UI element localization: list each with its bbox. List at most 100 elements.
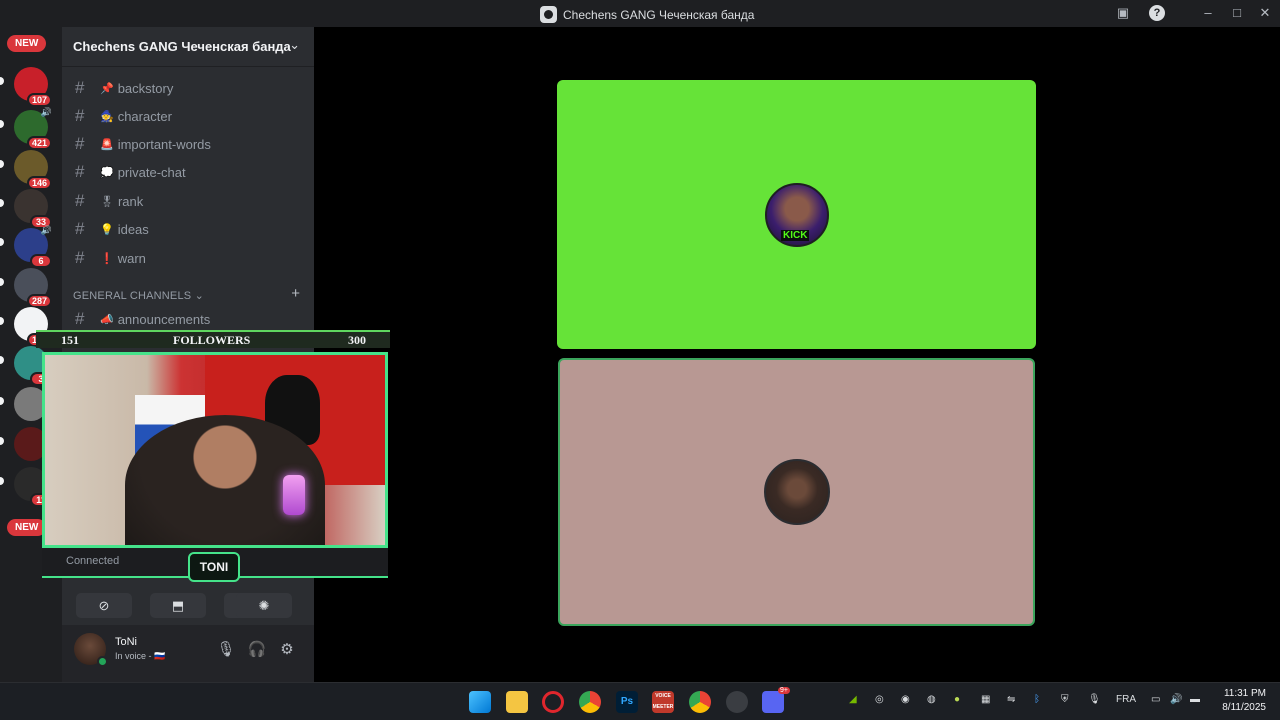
server-icon[interactable]: 287	[14, 268, 52, 308]
unread-pip	[0, 199, 4, 207]
voicemeeter-icon[interactable]: VOICE MEETER	[652, 691, 674, 713]
unread-pip	[0, 77, 4, 85]
chevron-down-icon: ⌄	[194, 290, 205, 302]
mention-badge: 146	[26, 176, 52, 190]
channel-warn[interactable]: # ❗ warn	[70, 245, 306, 271]
discord-icon[interactable]: 9+	[762, 687, 790, 713]
server-icon[interactable]: 33	[14, 189, 52, 229]
channel-emoji: 🚨	[100, 138, 114, 151]
tray-app-icon[interactable]: ●	[954, 694, 960, 705]
username[interactable]: ToNi	[115, 636, 137, 648]
rgb-lamp	[283, 475, 305, 515]
inbox-icon[interactable]: ▣	[1113, 4, 1133, 22]
mention-badge: 107	[26, 93, 52, 107]
screen-share-icon[interactable]: ⬒	[150, 593, 206, 618]
participant-tile-speaking[interactable]	[558, 358, 1035, 626]
maximize-icon[interactable]: □	[1227, 4, 1247, 22]
minimize-icon[interactable]: –	[1198, 4, 1218, 22]
clock-date: 8/11/2025	[1222, 702, 1266, 713]
unread-pip	[0, 120, 4, 128]
server-icon[interactable]: 107	[14, 67, 52, 107]
obs-icon[interactable]	[726, 691, 748, 713]
clock-time: 11:31 PM	[1223, 688, 1266, 699]
followers-goal-bar: 151 FOLLOWERS 300	[36, 330, 390, 348]
participant-avatar	[764, 459, 830, 525]
category-general-channels[interactable]: GENERAL CHANNELS ⌄	[73, 289, 204, 302]
hashtag-icon: #	[75, 191, 85, 210]
bluetooth-icon[interactable]: ᛒ	[1034, 694, 1040, 705]
unread-pip	[0, 477, 4, 485]
battery-icon[interactable]: ▬	[1190, 694, 1200, 705]
camera-off-icon[interactable]: ⊘	[76, 593, 132, 618]
mic-icon[interactable]: 🎙	[215, 639, 237, 661]
network-icon[interactable]: ▭	[1151, 694, 1160, 705]
channel-private-chat[interactable]: # 💭 private-chat	[70, 159, 306, 185]
unread-pip	[0, 278, 4, 286]
mic-tray-icon[interactable]: 🎙	[1088, 694, 1101, 705]
channel-important-words[interactable]: # 🚨 important-words	[70, 131, 306, 157]
channel-rank[interactable]: # 🎖 rank	[70, 188, 306, 214]
mention-badge: 287	[26, 294, 52, 308]
close-icon[interactable]: ✕	[1255, 4, 1275, 22]
new-unreads-pill[interactable]: NEW	[7, 35, 47, 52]
user-status: In voice - 🇷🇺	[115, 651, 166, 661]
channel-emoji: 📌	[100, 82, 114, 95]
server-icon[interactable]: 🔊 421	[14, 107, 52, 150]
participant-tile[interactable]: KICK	[557, 80, 1036, 349]
mention-badge: 421	[26, 136, 52, 150]
stream-webcam-overlay: 151 FOLLOWERS 300 Connected TONI	[36, 330, 390, 582]
streamer-name-tag: TONI	[188, 552, 240, 582]
speaker-icon: 🔊	[40, 107, 52, 117]
guild-header[interactable]: Chechens GANG Чеченская банда ⌄	[62, 27, 314, 67]
unread-pip	[0, 356, 4, 364]
channel-ideas[interactable]: # 💡 ideas	[70, 216, 306, 242]
channel-label: announcements	[117, 311, 211, 327]
headphones-icon[interactable]: 🎧	[246, 639, 268, 661]
file-explorer-icon[interactable]	[506, 691, 528, 713]
system-clock[interactable]: 11:31 PM 8/11/2025	[1222, 687, 1266, 715]
security-icon[interactable]: ⛨	[1061, 694, 1069, 705]
channel-label: ideas	[117, 221, 149, 237]
add-channel-icon[interactable]: +	[291, 285, 300, 302]
volume-icon[interactable]: 🔊	[1170, 694, 1182, 705]
channel-announcements[interactable]: # 📣 announcements	[70, 306, 306, 332]
chrome-icon[interactable]	[579, 691, 601, 713]
settings-icon[interactable]: ⚙	[276, 639, 298, 661]
nvidia-icon[interactable]: ◢	[849, 694, 857, 705]
hashtag-icon: #	[75, 309, 85, 328]
server-icon[interactable]: 146	[14, 150, 52, 190]
server-icon[interactable]: 🔊 6	[14, 225, 52, 268]
tray-app-icon[interactable]: ◉	[901, 694, 910, 705]
channel-character[interactable]: # 🧙 character	[70, 103, 306, 129]
opera-icon[interactable]	[542, 691, 564, 713]
tray-app-icon[interactable]: ⇋	[1007, 694, 1015, 705]
followers-goal: 300	[348, 333, 366, 347]
language-indicator[interactable]: FRA	[1116, 694, 1136, 705]
channel-emoji: 💭	[100, 166, 114, 179]
channel-label: backstory	[117, 80, 174, 96]
discord-app: Chechens GANG Чеченская банда ▣ ? – □ ✕ …	[0, 0, 1280, 682]
photoshop-icon[interactable]: Ps	[616, 691, 638, 713]
avatar[interactable]	[74, 633, 108, 667]
voice-stage: KICK	[314, 27, 1280, 682]
channel-backstory[interactable]: # 📌 backstory	[70, 75, 306, 101]
unread-pip	[0, 397, 4, 405]
soundboard-icon[interactable]: ✺	[236, 593, 292, 618]
chrome-icon[interactable]	[689, 691, 711, 713]
hashtag-icon: #	[75, 134, 85, 153]
connected-text: Connected	[66, 555, 120, 567]
channel-emoji: ❗	[100, 252, 114, 265]
chevron-down-icon[interactable]: ⌄	[289, 37, 300, 53]
hashtag-icon: #	[75, 78, 85, 97]
user-panel: ToNi In voice - 🇷🇺 🎙 🎧 ⚙	[62, 625, 314, 682]
help-icon[interactable]: ?	[1149, 5, 1165, 21]
tray-app-icon[interactable]: ▦	[981, 694, 990, 705]
channel-emoji: 🎖	[100, 195, 114, 208]
guild-name: Chechens GANG Чеченская банда	[73, 39, 291, 54]
xbox-icon[interactable]: ◎	[875, 694, 884, 705]
discord-logo-icon	[540, 6, 557, 23]
steam-icon[interactable]: ◍	[927, 694, 936, 705]
start-icon[interactable]	[469, 691, 491, 713]
channel-label: character	[117, 108, 172, 124]
window-title: Chechens GANG Чеченская банда	[540, 6, 754, 23]
